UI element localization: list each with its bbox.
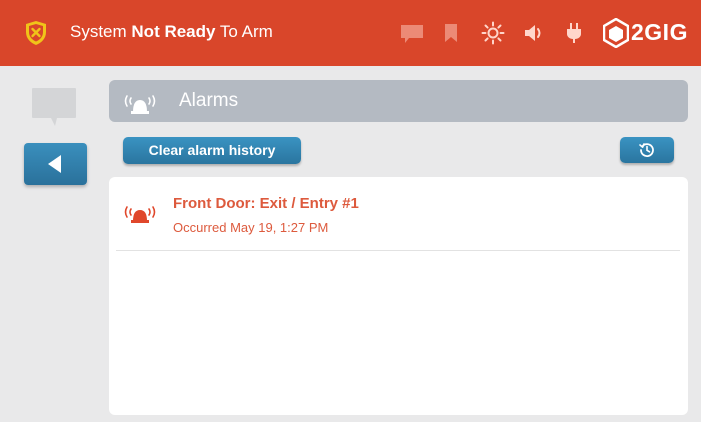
- brand-name: 2GIG: [631, 19, 688, 45]
- bookmark-icon[interactable]: [444, 23, 458, 43]
- alarm-list: Front Door: Exit / Entry #1 Occurred May…: [109, 177, 688, 415]
- power-plug-icon[interactable]: [566, 22, 582, 44]
- alarm-timestamp: Occurred May 19, 1:27 PM: [173, 220, 329, 235]
- back-button[interactable]: [24, 143, 87, 185]
- alarm-title: Front Door: Exit / Entry #1: [173, 195, 359, 212]
- arm-status-emphasis: Not Ready: [131, 22, 216, 41]
- message-icon[interactable]: [400, 24, 424, 44]
- message-bubble-icon[interactable]: [31, 87, 77, 127]
- volume-icon[interactable]: [524, 24, 548, 42]
- back-arrow-icon: [48, 155, 61, 173]
- brand-logo-icon: [603, 18, 629, 48]
- shield-x-icon[interactable]: [24, 20, 48, 46]
- history-clock-icon: [639, 143, 654, 157]
- page-header: Alarms: [109, 80, 688, 122]
- clear-alarm-history-button[interactable]: Clear alarm history: [123, 137, 301, 164]
- history-button[interactable]: [620, 137, 674, 163]
- list-divider: [116, 250, 680, 251]
- brightness-icon[interactable]: [481, 21, 505, 45]
- top-status-bar: System Not Ready To Arm 2GIG: [0, 0, 701, 66]
- page-title: Alarms: [179, 90, 239, 111]
- siren-alert-icon: [124, 206, 156, 223]
- siren-icon: [124, 95, 156, 114]
- alarm-list-item[interactable]: Front Door: Exit / Entry #1 Occurred May…: [109, 177, 688, 250]
- arm-status-text: System Not Ready To Arm: [70, 22, 273, 41]
